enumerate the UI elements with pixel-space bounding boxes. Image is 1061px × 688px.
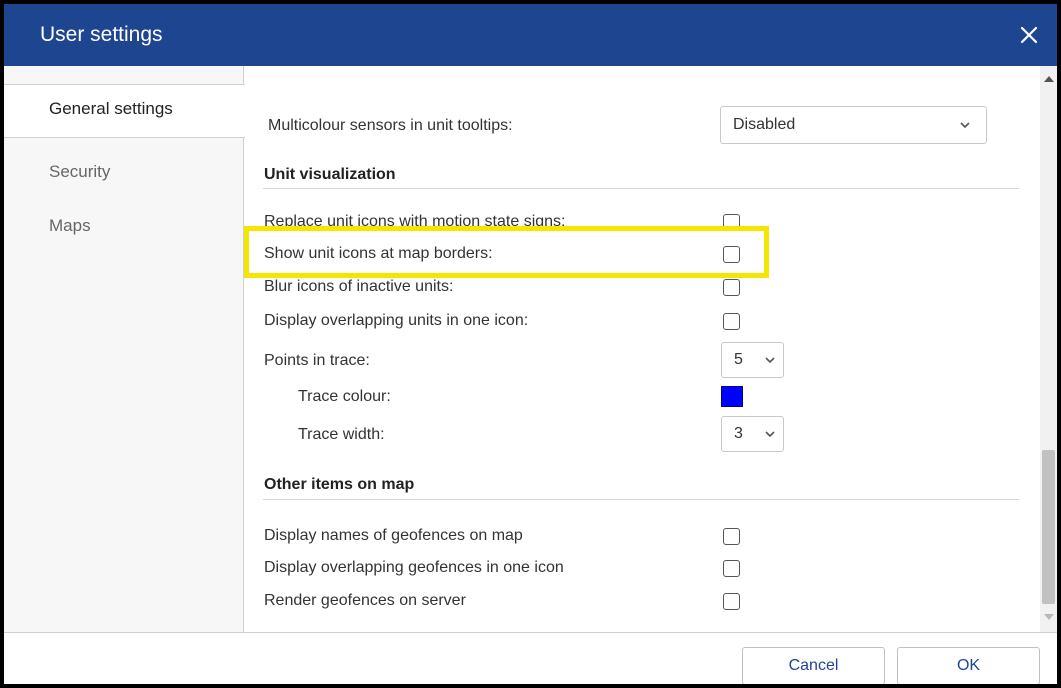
- content-scrollbar[interactable]: [1040, 66, 1057, 632]
- setting-row-geofence-names: Display names of geofences on map: [245, 521, 1040, 551]
- replace-icons-label: Replace unit icons with motion state sig…: [264, 213, 566, 230]
- section-heading-other-items: Other items on map: [264, 476, 415, 493]
- show-borders-label: Show unit icons at map borders:: [264, 245, 493, 262]
- setting-row-points-in-trace: Points in trace: 5: [245, 342, 1040, 380]
- render-server-checkbox[interactable]: [723, 593, 740, 610]
- geofence-names-label: Display names of geofences on map: [264, 527, 523, 544]
- section-divider: [263, 499, 1019, 500]
- close-icon: [1020, 26, 1038, 44]
- cancel-button[interactable]: Cancel: [742, 647, 885, 684]
- geofence-names-checkbox[interactable]: [723, 528, 740, 545]
- setting-row-multicolour: Multicolour sensors in unit tooltips: Di…: [245, 106, 1040, 144]
- points-in-trace-value: 5: [734, 351, 743, 368]
- trace-width-select[interactable]: 3: [721, 416, 784, 452]
- sidebar-item-label: Maps: [49, 216, 91, 235]
- overlap-geofences-checkbox[interactable]: [723, 560, 740, 577]
- multicolour-select[interactable]: Disabled: [720, 106, 987, 144]
- replace-icons-checkbox[interactable]: [723, 214, 740, 231]
- multicolour-label: Multicolour sensors in unit tooltips:: [268, 117, 513, 134]
- setting-row-trace-colour: Trace colour:: [245, 382, 1040, 412]
- section-heading-unit-visualization: Unit visualization: [264, 166, 396, 183]
- sidebar-item-general-settings[interactable]: General settings: [4, 84, 245, 138]
- setting-row-blur-inactive: Blur icons of inactive units:: [245, 272, 1040, 302]
- show-borders-checkbox[interactable]: [723, 246, 740, 263]
- arrow-up-icon[interactable]: [1044, 76, 1054, 82]
- arrow-down-icon[interactable]: [1044, 614, 1054, 620]
- sidebar-item-security[interactable]: Security: [4, 146, 244, 198]
- ok-button[interactable]: OK: [897, 647, 1040, 684]
- trace-colour-label: Trace colour:: [298, 388, 391, 405]
- blur-inactive-label: Blur icons of inactive units:: [264, 278, 454, 295]
- setting-row-overlap-units: Display overlapping units in one icon:: [245, 306, 1040, 336]
- sidebar-item-label: Security: [49, 162, 111, 181]
- user-settings-dialog: User settings General settings Security …: [0, 0, 1061, 688]
- points-in-trace-label: Points in trace:: [264, 352, 370, 369]
- dialog-footer: Cancel OK: [4, 632, 1057, 684]
- title-bar: User settings: [4, 4, 1057, 66]
- chevron-down-icon: [765, 431, 775, 438]
- chevron-down-icon: [765, 357, 775, 364]
- trace-width-label: Trace width:: [298, 426, 385, 443]
- multicolour-select-value: Disabled: [733, 116, 796, 133]
- setting-row-trace-width: Trace width: 3: [245, 416, 1040, 454]
- settings-content: Multicolour sensors in unit tooltips: Di…: [245, 66, 1040, 632]
- trace-width-value: 3: [734, 425, 743, 442]
- scroll-thumb[interactable]: [1042, 450, 1055, 604]
- settings-sidebar: General settings Security Maps: [4, 66, 245, 632]
- blur-inactive-checkbox[interactable]: [723, 279, 740, 296]
- setting-row-overlap-geofences: Display overlapping geofences in one ico…: [245, 553, 1040, 583]
- overlap-units-checkbox[interactable]: [723, 313, 740, 330]
- close-button[interactable]: [1016, 22, 1042, 48]
- render-server-label: Render geofences on server: [264, 592, 466, 609]
- setting-row-show-borders: Show unit icons at map borders:: [245, 239, 1040, 269]
- sidebar-item-maps[interactable]: Maps: [4, 200, 244, 252]
- setting-row-replace-icons: Replace unit icons with motion state sig…: [245, 207, 1040, 237]
- trace-colour-swatch[interactable]: [721, 386, 743, 407]
- points-in-trace-select[interactable]: 5: [721, 342, 784, 378]
- sidebar-item-label: General settings: [49, 99, 173, 118]
- chevron-down-icon: [960, 122, 970, 129]
- dialog-title: User settings: [40, 23, 163, 46]
- section-divider: [263, 188, 1019, 189]
- overlap-units-label: Display overlapping units in one icon:: [264, 312, 529, 329]
- overlap-geofences-label: Display overlapping geofences in one ico…: [264, 559, 564, 576]
- setting-row-render-server: Render geofences on server: [245, 586, 1040, 616]
